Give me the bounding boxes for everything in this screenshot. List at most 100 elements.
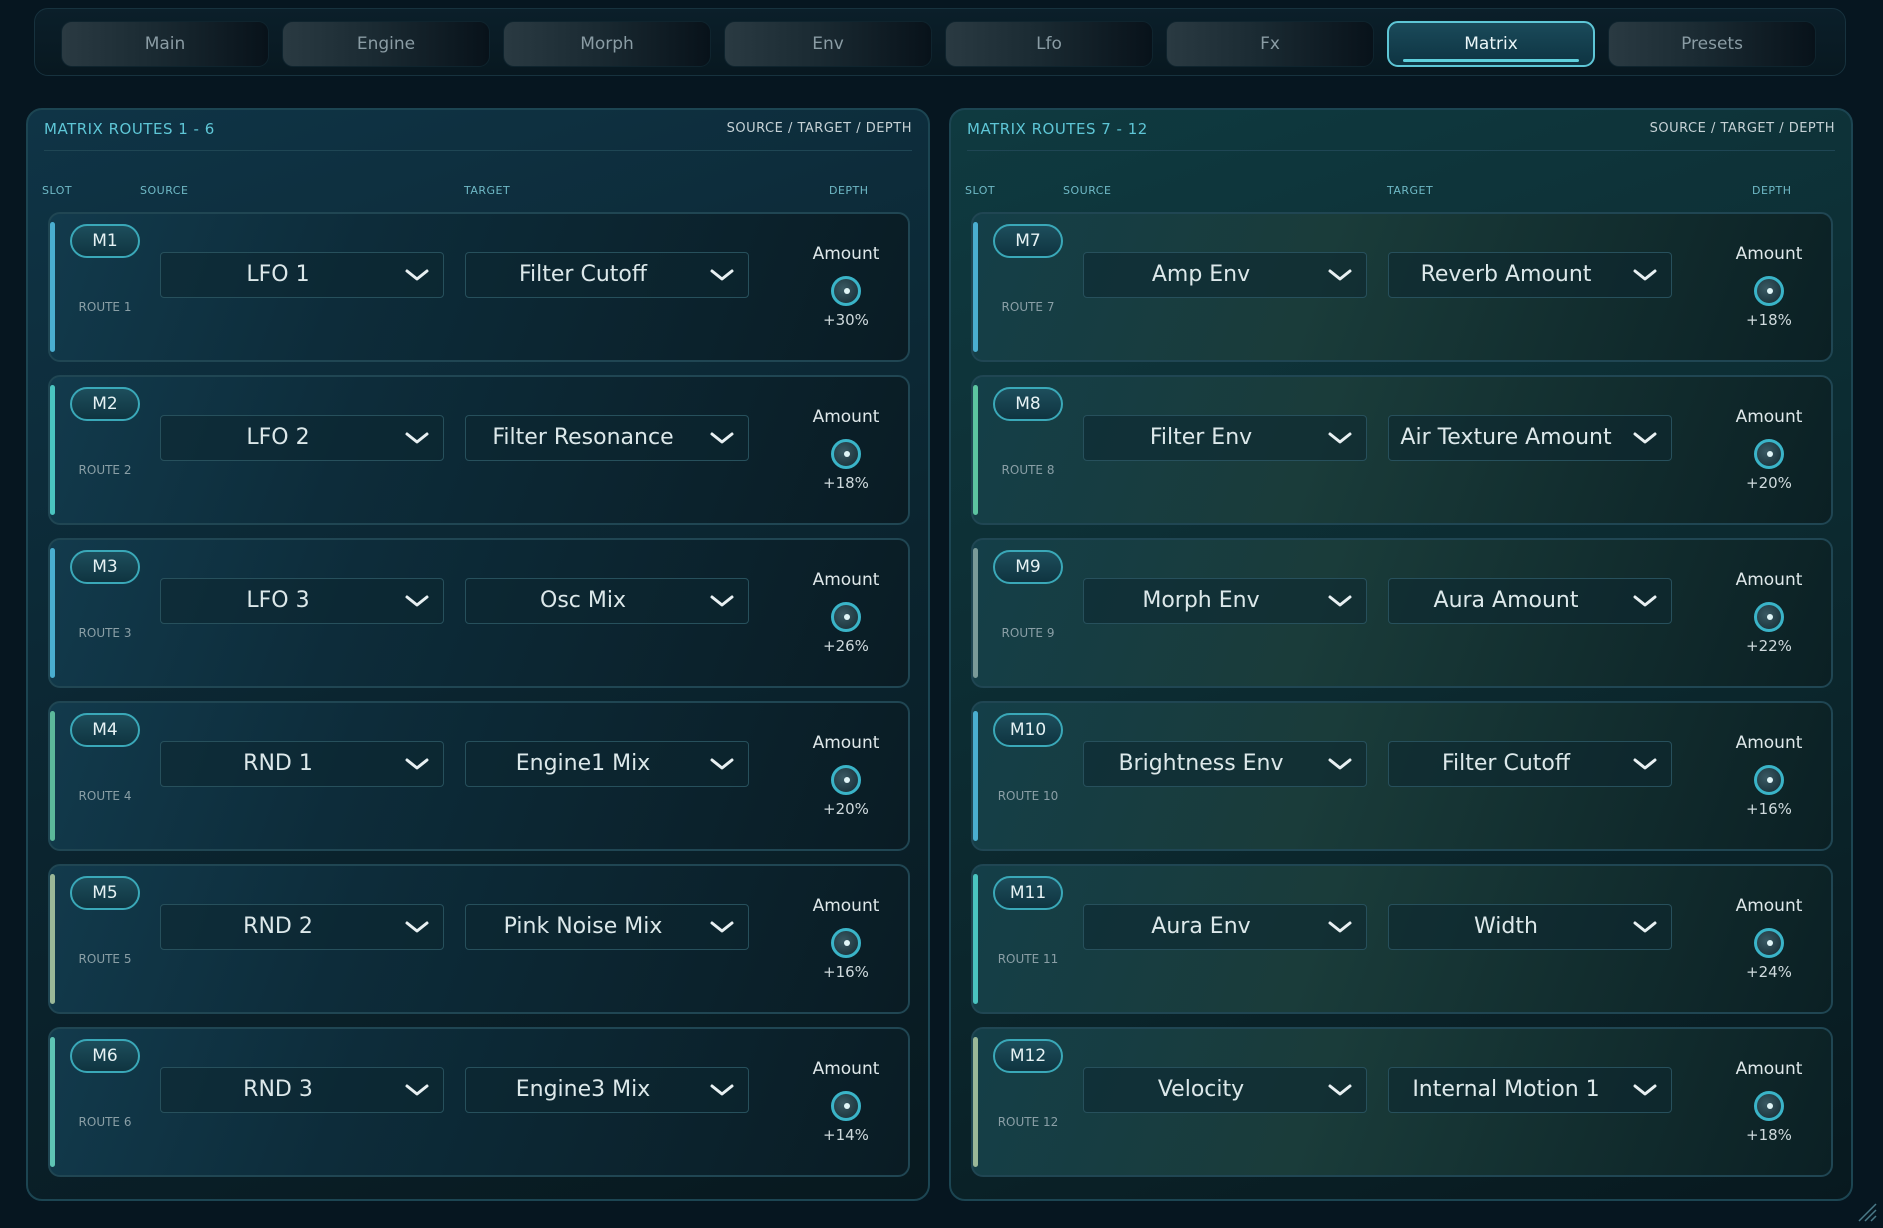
target-dropdown[interactable]: Width (1388, 904, 1672, 950)
target-value: Width (1474, 914, 1538, 939)
depth-knob[interactable] (1754, 602, 1784, 632)
tab-env[interactable]: Env (724, 21, 932, 67)
depth-knob[interactable] (831, 276, 861, 306)
target-value: Filter Cutoff (518, 262, 648, 287)
amount-value: +16% (823, 963, 869, 981)
target-value: Internal Motion 1 (1412, 1077, 1600, 1102)
tab-main[interactable]: Main (61, 21, 269, 67)
chevron-down-icon (710, 758, 734, 770)
source-dropdown[interactable]: RND 3 (160, 1067, 444, 1113)
target-dropdown[interactable]: Filter Cutoff (1388, 741, 1672, 787)
target-dropdown[interactable]: Osc Mix (465, 578, 749, 624)
amount-value: +18% (823, 474, 869, 492)
depth-knob[interactable] (1754, 928, 1784, 958)
slot-badge[interactable]: M12 (993, 1039, 1063, 1073)
chevron-down-icon (1633, 269, 1657, 281)
source-dropdown[interactable]: Amp Env (1083, 252, 1367, 298)
slot-badge[interactable]: M4 (70, 713, 140, 747)
source-dropdown[interactable]: Brightness Env (1083, 741, 1367, 787)
column-header-source: SOURCE (140, 184, 189, 197)
amount-label: Amount (1735, 733, 1803, 753)
route-label: ROUTE 7 (1001, 300, 1055, 314)
route-label: ROUTE 6 (78, 1115, 132, 1129)
source-dropdown[interactable]: RND 2 (160, 904, 444, 950)
matrix-panel-left: MATRIX ROUTES 1 - 6 SOURCE / TARGET / DE… (26, 108, 930, 1201)
source-dropdown[interactable]: Velocity (1083, 1067, 1367, 1113)
source-dropdown[interactable]: Filter Env (1083, 415, 1367, 461)
tab-lfo[interactable]: Lfo (945, 21, 1153, 67)
route-accent-stripe (973, 385, 978, 515)
source-value: LFO 3 (246, 588, 310, 613)
amount-value: +18% (1746, 1126, 1792, 1144)
tab-presets[interactable]: Presets (1608, 21, 1816, 67)
target-dropdown[interactable]: Engine1 Mix (465, 741, 749, 787)
route-accent-stripe (973, 222, 978, 352)
tab-fx[interactable]: Fx (1166, 21, 1374, 67)
route-accent-stripe (50, 874, 55, 1004)
slot-badge[interactable]: M9 (993, 550, 1063, 584)
depth-knob[interactable] (1754, 439, 1784, 469)
source-dropdown[interactable]: LFO 2 (160, 415, 444, 461)
target-dropdown[interactable]: Pink Noise Mix (465, 904, 749, 950)
amount-value: +24% (1746, 963, 1792, 981)
target-dropdown[interactable]: Internal Motion 1 (1388, 1067, 1672, 1113)
matrix-route-row: M12 ROUTE 12 Velocity Internal Motion 1 Amou… (971, 1027, 1833, 1177)
depth-knob[interactable] (831, 602, 861, 632)
tab-morph[interactable]: Morph (503, 21, 711, 67)
matrix-route-row: M3 ROUTE 3 LFO 3 Osc Mix Amount +26% (48, 538, 910, 688)
route-accent-stripe (50, 1037, 55, 1167)
target-dropdown[interactable]: Filter Cutoff (465, 252, 749, 298)
tab-matrix[interactable]: Matrix (1387, 21, 1595, 67)
source-value: Amp Env (1151, 262, 1251, 287)
route-label: ROUTE 1 (78, 300, 132, 314)
target-dropdown[interactable]: Aura Amount (1388, 578, 1672, 624)
depth-knob[interactable] (1754, 276, 1784, 306)
slot-badge[interactable]: M8 (993, 387, 1063, 421)
column-header-depth: DEPTH (1752, 184, 1792, 197)
chevron-down-icon (1633, 1084, 1657, 1096)
route-accent-stripe (973, 874, 978, 1004)
depth-knob[interactable] (831, 1091, 861, 1121)
route-accent-stripe (973, 1037, 978, 1167)
matrix-route-row: M6 ROUTE 6 RND 3 Engine3 Mix Amount +14% (48, 1027, 910, 1177)
divider (44, 150, 912, 151)
slot-badge[interactable]: M7 (993, 224, 1063, 258)
depth-knob[interactable] (831, 928, 861, 958)
slot-badge[interactable]: M10 (993, 713, 1063, 747)
slot-badge[interactable]: M11 (993, 876, 1063, 910)
source-dropdown[interactable]: Morph Env (1083, 578, 1367, 624)
depth-knob[interactable] (831, 765, 861, 795)
target-dropdown[interactable]: Engine3 Mix (465, 1067, 749, 1113)
chevron-down-icon (1633, 921, 1657, 933)
target-value: Reverb Amount (1420, 262, 1592, 287)
target-dropdown[interactable]: Filter Resonance (465, 415, 749, 461)
depth-knob[interactable] (1754, 765, 1784, 795)
source-dropdown[interactable]: RND 1 (160, 741, 444, 787)
source-dropdown[interactable]: LFO 3 (160, 578, 444, 624)
route-label: ROUTE 8 (1001, 463, 1055, 477)
depth-knob[interactable] (831, 439, 861, 469)
target-dropdown[interactable]: Reverb Amount (1388, 252, 1672, 298)
amount-label: Amount (1735, 244, 1803, 264)
matrix-route-row: M1 ROUTE 1 LFO 1 Filter Cutoff Amount +30% (48, 212, 910, 362)
matrix-panel-right: MATRIX ROUTES 7 - 12 SOURCE / TARGET / D… (949, 108, 1853, 1201)
source-dropdown[interactable]: Aura Env (1083, 904, 1367, 950)
chevron-down-icon (1328, 1084, 1352, 1096)
tab-engine[interactable]: Engine (282, 21, 490, 67)
chevron-down-icon (1633, 595, 1657, 607)
route-label: ROUTE 5 (78, 952, 132, 966)
slot-badge[interactable]: M1 (70, 224, 140, 258)
target-value: Engine3 Mix (515, 1077, 651, 1102)
slot-badge[interactable]: M3 (70, 550, 140, 584)
resize-grip-icon[interactable] (1855, 1200, 1877, 1222)
chevron-down-icon (1328, 921, 1352, 933)
source-value: RND 1 (243, 751, 313, 776)
source-dropdown[interactable]: LFO 1 (160, 252, 444, 298)
slot-badge[interactable]: M5 (70, 876, 140, 910)
target-value: Osc Mix (540, 588, 626, 613)
slot-badge[interactable]: M6 (70, 1039, 140, 1073)
slot-badge[interactable]: M2 (70, 387, 140, 421)
target-dropdown[interactable]: Air Texture Amount (1388, 415, 1672, 461)
route-label: ROUTE 9 (1001, 626, 1055, 640)
depth-knob[interactable] (1754, 1091, 1784, 1121)
